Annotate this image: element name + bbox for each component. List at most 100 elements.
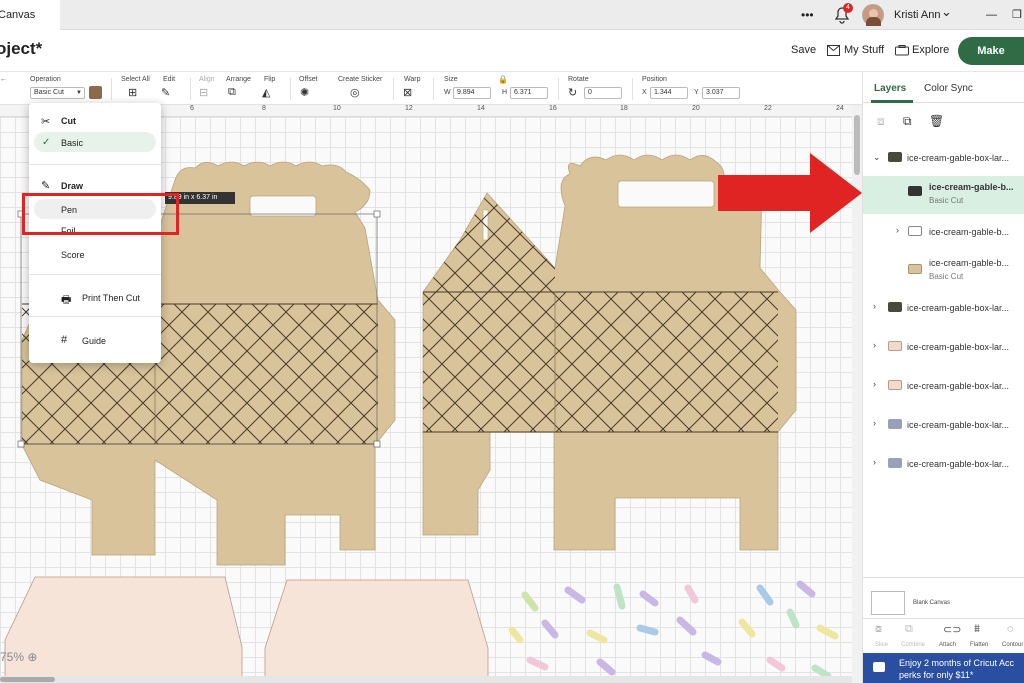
flatten-icon[interactable]: ⩩ xyxy=(974,623,980,636)
color-swatch[interactable] xyxy=(89,86,102,99)
promo-text: Enjoy 2 months of Cricut Acc xyxy=(899,658,1015,668)
horizontal-scrollbar[interactable] xyxy=(0,676,852,683)
rotate-icon[interactable]: ↻ xyxy=(568,86,577,99)
tab-layers[interactable]: Layers xyxy=(874,83,906,94)
arrange-label: Arrange xyxy=(226,76,251,83)
menu-item-print-then-cut[interactable]: Print Then Cut xyxy=(82,293,140,303)
blank-canvas-swatch[interactable] xyxy=(871,591,905,615)
select-all-icon[interactable]: ⊞ xyxy=(128,86,137,99)
ruler-tick: 20 xyxy=(692,105,700,112)
height-input[interactable]: 6.371 xyxy=(510,87,548,99)
sticker-icon[interactable]: ◎ xyxy=(350,86,360,99)
checkmark-icon: ✓ xyxy=(42,137,51,148)
ruler-tick: 10 xyxy=(333,105,341,112)
offset-icon[interactable]: ✺ xyxy=(300,86,309,99)
zoom-in-icon[interactable]: ⊕ xyxy=(27,650,37,664)
menu-item-score[interactable]: Score xyxy=(61,250,85,260)
pink-box-left[interactable] xyxy=(4,576,243,683)
chevron-down-icon[interactable]: ⌄ xyxy=(941,0,952,24)
layer-operation: Basic Cut xyxy=(929,272,964,281)
layer-thumb xyxy=(908,226,922,236)
divider xyxy=(863,618,1024,619)
combine-icon[interactable]: ⧉ xyxy=(905,623,913,636)
chevron-right-icon[interactable]: › xyxy=(873,340,876,350)
y-input[interactable]: 3.037 xyxy=(702,87,740,99)
notification-badge: 4 xyxy=(843,3,853,13)
layer-row[interactable]: › ice-cream-gable-b... xyxy=(863,214,1024,250)
trash-icon[interactable]: 🗑 xyxy=(929,114,944,128)
avatar[interactable] xyxy=(862,4,884,26)
arrow-annotation-icon xyxy=(718,153,862,233)
my-stuff-button[interactable]: My Stuff xyxy=(844,44,884,56)
make-button[interactable]: Make xyxy=(958,37,1024,65)
layer-row[interactable]: › ice-cream-gable-box-lar... xyxy=(863,368,1024,404)
layer-row[interactable]: › ice-cream-gable-box-lar... xyxy=(863,329,1024,365)
zoom-level[interactable]: 75% ⊕ xyxy=(0,650,37,664)
explore-icon xyxy=(895,43,909,61)
layer-name: ice-cream-gable-box-lar... xyxy=(907,303,1010,313)
layer-thumb xyxy=(888,458,902,468)
divider xyxy=(29,274,161,275)
lock-icon[interactable]: 🔒 xyxy=(498,75,508,84)
duplicate-icon[interactable]: ⧉ xyxy=(903,114,912,129)
flip-icon[interactable]: ◭ xyxy=(262,86,270,99)
slice-icon[interactable]: ⧇ xyxy=(875,623,882,636)
layer-row[interactable]: ice-cream-gable-b... Basic Cut xyxy=(863,252,1024,288)
rotate-label: Rotate xyxy=(568,76,589,83)
layer-thumb xyxy=(888,419,902,429)
layer-name: ice-cream-gable-box-lar... xyxy=(907,342,1010,352)
flip-label: Flip xyxy=(264,76,276,83)
layer-row[interactable]: › ice-cream-gable-box-lar... xyxy=(863,446,1024,482)
menu-item-guide[interactable]: Guide xyxy=(82,336,106,346)
chevron-right-icon[interactable]: › xyxy=(896,225,899,235)
pen-icon: ✎ xyxy=(41,180,51,192)
width-input[interactable]: 9.894 xyxy=(453,87,491,99)
pink-box-right[interactable] xyxy=(264,579,489,683)
chevron-right-icon[interactable]: › xyxy=(873,379,876,389)
contour-icon[interactable]: ◌ xyxy=(1007,623,1014,635)
group-icon[interactable]: ⧈ xyxy=(877,114,885,129)
user-name[interactable]: Kristi Ann xyxy=(894,0,940,30)
promo-banner[interactable]: Enjoy 2 months of Cricut Acc perks for o… xyxy=(863,653,1024,683)
chevron-right-icon[interactable]: › xyxy=(873,301,876,311)
ruler-tick: 12 xyxy=(405,105,413,112)
arrow-icon: ← xyxy=(0,76,7,83)
x-input[interactable]: 1.344 xyxy=(650,87,688,99)
edit-toolbar: ← Operation Basic Cut ▼ Select All ⊞ Edit… xyxy=(0,72,862,105)
chevron-right-icon[interactable]: › xyxy=(873,457,876,467)
tab-canvas[interactable]: Canvas xyxy=(0,0,60,30)
ruler-tick: 14 xyxy=(477,105,485,112)
attach-icon[interactable]: ⊂⊃ xyxy=(943,623,961,636)
layer-row-selected[interactable]: ice-cream-gable-b... Basic Cut xyxy=(863,176,1024,214)
page-title: oject* xyxy=(0,39,43,58)
save-button[interactable]: Save xyxy=(791,44,816,56)
chevron-down-icon[interactable]: ⌄ xyxy=(873,152,881,163)
tab-color-sync[interactable]: Color Sync xyxy=(924,83,973,94)
restore-icon[interactable]: ❐ xyxy=(1012,0,1022,30)
arrange-icon[interactable]: ⧉ xyxy=(228,86,236,99)
layer-name: ice-cream-gable-box-lar... xyxy=(907,381,1010,391)
explore-button[interactable]: Explore xyxy=(912,44,949,56)
pencil-icon[interactable]: ✎ xyxy=(161,86,170,99)
layer-row[interactable]: ⌄ ice-cream-gable-box-lar... xyxy=(863,140,1024,176)
ruler-tick: 16 xyxy=(549,105,557,112)
align-icon[interactable]: ⊟ xyxy=(199,86,208,99)
sprinkles[interactable] xyxy=(508,580,839,680)
printer-icon: 🖶 xyxy=(61,294,72,306)
more-icon[interactable]: ••• xyxy=(801,0,814,30)
layer-operation: Basic Cut xyxy=(929,196,964,205)
layer-row[interactable]: › ice-cream-gable-box-lar... xyxy=(863,290,1024,326)
layer-thumb xyxy=(888,380,902,390)
rotate-input[interactable]: 0 xyxy=(584,87,622,99)
scroll-thumb[interactable] xyxy=(0,677,55,682)
chevron-right-icon[interactable]: › xyxy=(873,418,876,428)
combine-label: Combine xyxy=(901,642,926,648)
menu-item-basic[interactable] xyxy=(34,132,156,152)
operation-select[interactable]: Basic Cut ▼ xyxy=(30,87,85,99)
minimize-icon[interactable]: — xyxy=(986,0,997,30)
project-header: oject* Save My Stuff Explore Make xyxy=(0,30,1024,72)
contour-label: Contour xyxy=(1002,642,1024,648)
warp-icon[interactable]: ⊠ xyxy=(403,86,412,99)
layer-row[interactable]: › ice-cream-gable-box-lar... xyxy=(863,407,1024,443)
operation-label: Operation xyxy=(30,76,61,83)
